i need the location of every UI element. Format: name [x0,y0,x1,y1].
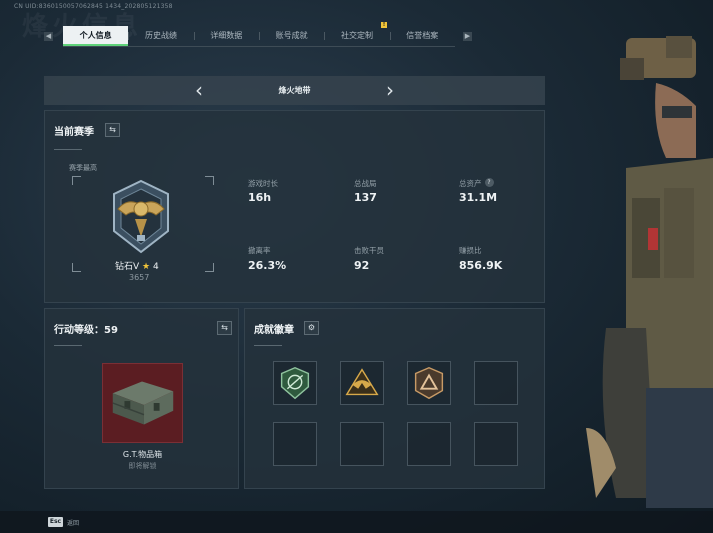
action-level-title: 行动等级：59 [54,325,118,336]
tab-social-customization[interactable]: 社交定制 [324,26,389,46]
badge-slot[interactable] [273,361,317,405]
tab-achievements[interactable]: 账号成就 [258,26,324,46]
stat-value-playtime: 16h [248,191,272,204]
achievements-underline [254,345,282,346]
item-box-card[interactable] [102,363,183,443]
stat-label-extraction-rate: 撤离率 [248,246,271,255]
stat-label-profit-loss-ratio: 赚损比 [459,246,482,255]
item-box-name: G.T.物品箱 [122,450,163,459]
emblem-frame-corner [72,176,81,185]
badge-slot-empty[interactable] [474,422,518,466]
tab-personal-info[interactable]: 个人信息 [63,26,129,46]
emblem-frame-corner [205,176,214,185]
achievements-panel: 成就徽章 ⚙ [244,308,545,489]
emblem-frame-corner [205,263,214,272]
tab-credit-record[interactable]: 信誉档案 [389,26,455,46]
map-next-arrow-icon[interactable]: › [380,79,400,101]
action-level-swap-icon[interactable]: ⇆ [217,321,232,335]
stat-label-operators-killed: 击败干员 [354,246,384,255]
achievements-title: 成就徽章 [254,325,294,336]
badge-slot[interactable] [340,361,384,405]
tab-detailed-data[interactable]: 详细数据 [193,26,259,46]
badge-slot[interactable] [407,361,451,405]
season-title-underline [54,149,82,150]
badge-slot-empty[interactable] [340,422,384,466]
footer-bar: Esc 返回 [0,511,713,533]
tab-next-button[interactable]: ▶ [463,32,472,41]
stat-label-playtime: 游戏时长 [248,179,278,188]
stat-value-total-matches: 137 [354,191,377,204]
season-title: 当前赛季 [54,127,94,138]
badge-slot-empty[interactable] [407,422,451,466]
uid-text: CN UID:8360150057062845 1434_20280512135… [14,3,173,10]
season-panel: 当前赛季 ⇆ 赛季最高 钻石V ★ 4 3657 游戏时长 16h 总战局 13… [44,110,545,303]
tab-prev-button[interactable]: ◀ [44,32,53,41]
season-swap-icon[interactable]: ⇆ [105,123,120,137]
map-name: 烽火地带 [278,86,311,95]
top-tab-bar: ◀ 个人信息 历史战绩 详细数据 账号成就 社交定制 信誉档案 ▶ [44,26,474,47]
stat-value-extraction-rate: 26.3% [248,259,287,272]
badge-slot-empty[interactable] [273,422,317,466]
tab-match-history[interactable]: 历史战绩 [128,26,193,46]
notification-badge: ! [381,22,387,28]
tab-list: 个人信息 历史战绩 详细数据 账号成就 社交定制 信誉档案 [63,26,455,47]
supply-crate-icon [112,381,174,425]
stat-label-total-matches: 总战局 [354,179,377,188]
rank-star-icon: ★ [142,262,151,272]
rank-name: 钻石V ★ 4 [115,262,159,272]
esc-key-hint[interactable]: Esc [48,517,63,527]
emblem-frame-corner [72,263,81,272]
back-label[interactable]: 返回 [67,518,79,527]
diamond-rank-emblem-icon [113,179,169,254]
map-selector: ‹ 烽火地带 › [44,76,545,105]
season-high-label: 赛季最高 [69,164,97,172]
bronze-triangle-badge-icon [414,366,444,400]
stat-value-profit-loss-ratio: 856.9K [459,259,503,272]
badge-slot-empty[interactable] [474,361,518,405]
help-icon[interactable]: ? [484,178,494,187]
green-shield-badge-icon [280,366,310,400]
operator-character-image [586,36,713,508]
item-box-status: 即将解锁 [128,462,157,470]
achievements-settings-icon[interactable]: ⚙ [304,321,319,335]
stat-value-total-assets: 31.1M [459,191,498,204]
stat-label-total-assets: 总资产? [459,178,494,189]
action-level-underline [54,345,82,346]
action-level-panel: 行动等级：59 ⇆ G.T.物品箱 即将解锁 [44,308,239,489]
stat-value-operators-killed: 92 [354,259,370,272]
gold-eagle-badge-icon [345,368,379,396]
rank-score: 3657 [129,273,150,282]
